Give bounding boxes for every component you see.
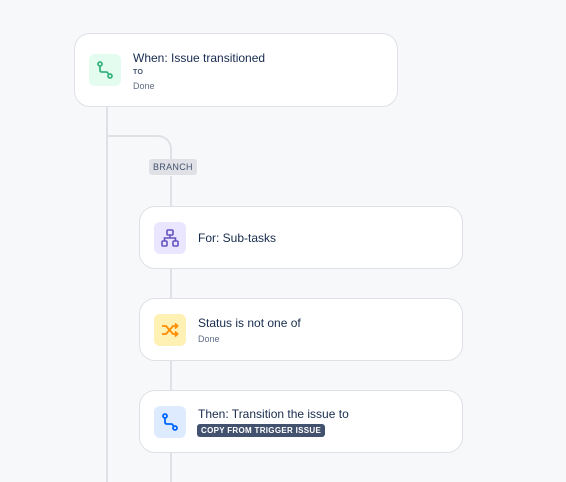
shuffle-icon — [162, 322, 179, 338]
trigger-card[interactable]: When: Issue transitioned TO Done — [74, 33, 398, 107]
condition-card[interactable]: Status is not one of Done — [139, 298, 463, 361]
condition-value: Done — [198, 334, 220, 344]
branch-rule-card[interactable]: For: Sub-tasks — [139, 206, 463, 269]
condition-title: Status is not one of — [198, 316, 301, 330]
transition-icon — [97, 61, 113, 79]
condition-icon-tile — [154, 314, 186, 346]
trigger-title: When: Issue transitioned — [133, 51, 266, 65]
action-title: Then: Transition the issue to — [198, 407, 349, 421]
action-icon-tile — [154, 406, 186, 438]
hierarchy-icon — [161, 229, 179, 247]
branch-tag: BRANCH — [149, 159, 197, 175]
branch-rule-title: For: Sub-tasks — [198, 231, 277, 245]
trigger-to-label: TO — [133, 69, 144, 76]
action-value-lozenge: COPY FROM TRIGGER ISSUE — [197, 424, 326, 437]
trigger-to-value: Done — [133, 81, 155, 91]
branch-rule-icon-tile — [154, 222, 186, 254]
action-card[interactable]: Then: Transition the issue to COPY FROM … — [139, 390, 463, 453]
transition-icon — [162, 413, 178, 431]
branch-connector-curve — [106, 135, 172, 161]
main-connector-line — [106, 106, 108, 482]
trigger-icon-tile — [89, 54, 121, 86]
